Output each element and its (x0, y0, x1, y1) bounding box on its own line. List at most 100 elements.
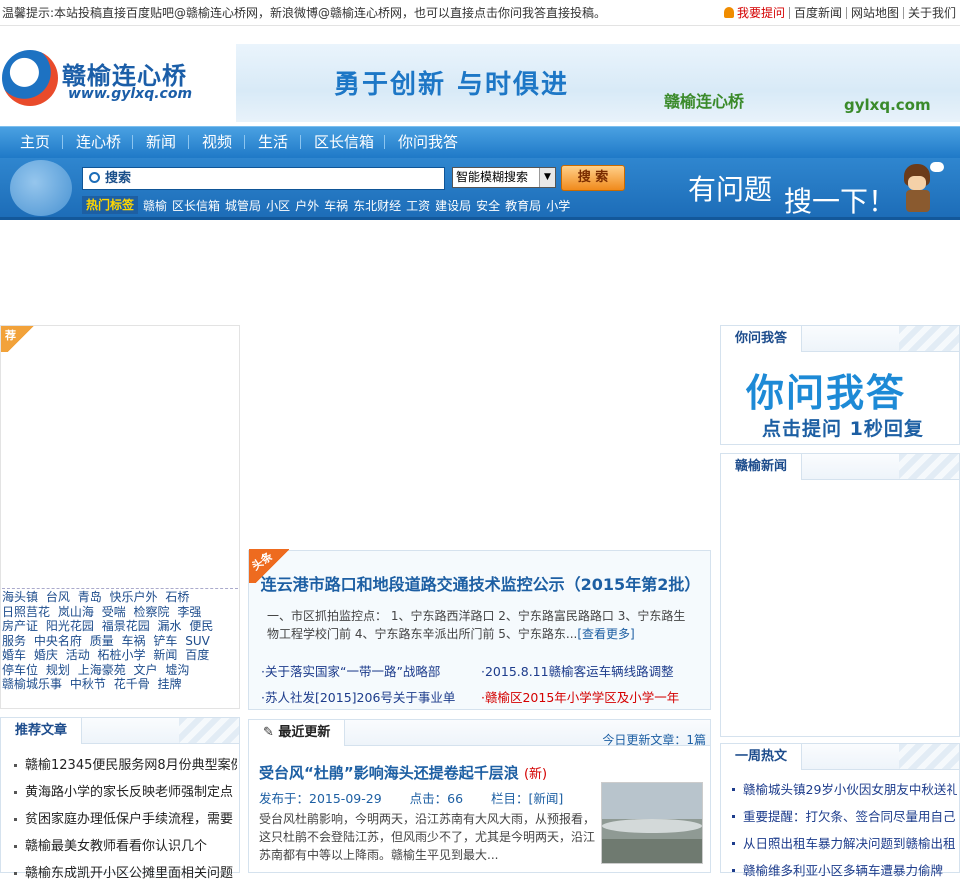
nav-divider (384, 135, 385, 149)
about-link[interactable]: 关于我们 (902, 7, 960, 19)
search-button[interactable]: 搜 索 (561, 165, 625, 191)
qa-banner[interactable]: 你问我答 点击提问 1秒回复 (722, 354, 958, 442)
logo-url[interactable]: www.gylxq.com (68, 86, 192, 102)
keyword-tag[interactable]: 文户 (134, 663, 158, 677)
keyword-tag[interactable]: 漏水 (158, 619, 182, 633)
ask-question-label: 我要提问 (736, 6, 785, 20)
keyword-tag[interactable]: 便民 (189, 619, 213, 633)
keyword-tag[interactable]: 柘桩小学 (98, 648, 146, 662)
headline-title[interactable]: 连云港市路口和地段道路交通技术监控公示（2015年第2批） (249, 571, 712, 595)
nav-qa[interactable]: 你问我答 (398, 127, 458, 157)
list-item[interactable]: 赣榆最美女教师看看你认识几个 (11, 833, 237, 860)
weekly-hot-list: 赣榆城头镇29岁小伙因女朋友中秋送礼 重要提醒：打欠条、签合同尽量用自己 从日照… (729, 776, 957, 884)
headline-link[interactable]: ·关于落实国家“一带一路”战略部 (261, 659, 440, 685)
keyword-tag[interactable]: 停车位 (2, 663, 38, 677)
article-column[interactable]: 栏目：[新闻] (491, 791, 563, 806)
hot-tag[interactable]: 教育局 (505, 197, 541, 214)
hot-tags: 热门标签 赣榆 区长信箱 城管局 小区 户外 车祸 东北财经 工资 建设局 安全… (82, 196, 570, 214)
list-item[interactable]: 赣榆东成凯开小区公摊里面相关问题 (11, 860, 237, 887)
nav-home[interactable]: 主页 (20, 127, 50, 157)
hot-tag[interactable]: 户外 (295, 197, 319, 214)
keyword-tag[interactable]: 服务 (2, 634, 26, 648)
baidu-news-link[interactable]: 百度新闻 (788, 7, 846, 19)
keyword-tag[interactable]: 婚庆 (34, 648, 58, 662)
headline-link[interactable]: ·2015.8.11赣榆客运车辆线路调整 (481, 659, 674, 685)
chevron-down-icon: ▼ (539, 168, 555, 187)
today-update-count: 今日更新文章：1篇 (602, 733, 706, 747)
header-banner: 勇于创新 与时俱进 赣榆连心桥 gylxq.com (236, 44, 960, 122)
nav-mayor-mailbox[interactable]: 区长信箱 (314, 127, 374, 157)
keyword-tag[interactable]: 检察院 (134, 605, 170, 619)
search-mode-select[interactable]: 智能模糊搜索 ▼ (452, 167, 556, 188)
keyword-tag[interactable]: SUV (185, 634, 210, 648)
keyword-tag[interactable]: 墟沟 (165, 663, 189, 677)
nav-news[interactable]: 新闻 (146, 127, 176, 157)
headline-link[interactable]: ·赣榆区2015年小学学区及小学一年 (481, 685, 679, 711)
keyword-tag[interactable]: 新闻 (153, 648, 177, 662)
keyword-tag[interactable]: 石桥 (165, 590, 189, 604)
keyword-tag[interactable]: 铲车 (153, 634, 177, 648)
keyword-tag[interactable]: 中央名府 (34, 634, 82, 648)
keyword-tag[interactable]: 百度 (185, 648, 209, 662)
hot-tag[interactable]: 小区 (266, 197, 290, 214)
keyword-tag[interactable]: 上海豪苑 (78, 663, 126, 677)
hot-tag[interactable]: 车祸 (324, 197, 348, 214)
main-nav: 主页 连心桥 新闻 视频 生活 区长信箱 你问我答 (0, 126, 960, 158)
keyword-tag[interactable]: 婚车 (2, 648, 26, 662)
hot-tag[interactable]: 东北财经 (353, 197, 401, 214)
keyword-tag[interactable]: 规划 (46, 663, 70, 677)
keyword-tag[interactable]: 房产证 (2, 619, 38, 633)
keyword-tag[interactable]: 李强 (177, 605, 201, 619)
hot-tag[interactable]: 区长信箱 (172, 197, 220, 214)
nav-divider (62, 135, 63, 149)
logo-icon[interactable] (2, 50, 58, 106)
keyword-tag[interactable]: 中秋节 (70, 677, 106, 691)
keyword-tag[interactable]: 质量 (90, 634, 114, 648)
article-title[interactable]: 受台风“杜鹃”影响海头还提卷起千层浪 (新) (259, 762, 547, 783)
keyword-tag[interactable]: 青岛 (78, 590, 102, 604)
qa-banner-title: 你问我答 (746, 371, 907, 415)
keyword-tag[interactable]: 受喘 (102, 605, 126, 619)
nav-video[interactable]: 视频 (202, 127, 232, 157)
nav-lianxinqiao[interactable]: 连心桥 (76, 127, 121, 157)
click-count: 点击：66 (409, 791, 464, 806)
qa-banner-subtitle: 点击提问 1秒回复 (762, 418, 924, 440)
list-item[interactable]: 赣榆城头镇29岁小伙因女朋友中秋送礼 (729, 776, 957, 803)
recent-header: ✎ 最近更新 今日更新文章：1篇 (249, 720, 710, 747)
ganyu-news-title: 赣榆新闻 (721, 454, 803, 480)
keyword-tag[interactable]: 台风 (46, 590, 70, 604)
hot-tag[interactable]: 安全 (476, 197, 500, 214)
keyword-tag[interactable]: 挂牌 (158, 677, 182, 691)
article-thumbnail[interactable] (601, 782, 703, 864)
keyword-tag[interactable]: 福景花园 (102, 619, 150, 633)
keyword-tag[interactable]: 快乐户外 (110, 590, 158, 604)
nav-life[interactable]: 生活 (258, 127, 288, 157)
hot-tag[interactable]: 城管局 (225, 197, 261, 214)
keyword-tag[interactable]: 花千骨 (114, 677, 150, 691)
keyword-tag[interactable]: 赣榆城乐事 (2, 677, 62, 691)
hot-tag[interactable]: 建设局 (435, 197, 471, 214)
headline-link[interactable]: ·苏人社发[2015]206号关于事业单 (261, 685, 455, 711)
keyword-tag[interactable]: 活动 (66, 648, 90, 662)
keyword-tag[interactable]: 阳光花园 (46, 619, 94, 633)
qa-panel: 你问我答 你问我答 点击提问 1秒回复 (720, 325, 960, 445)
article-summary: 受台风杜鹃影响，今明两天，沿江苏南有大风大雨，从预报看，这只杜鹃不会登陆江苏，但… (259, 812, 596, 862)
weekly-hot-panel: 一周热文 赣榆城头镇29岁小伙因女朋友中秋送礼 重要提醒：打欠条、签合同尽量用自… (720, 743, 960, 878)
list-item[interactable]: 重要提醒：打欠条、签合同尽量用自己 (729, 803, 957, 830)
list-item[interactable]: 贫困家庭办理低保户手续流程，需要 (11, 806, 237, 833)
keyword-tag[interactable]: 日照莒花 (2, 605, 50, 619)
keyword-tag[interactable]: 海头镇 (2, 590, 38, 604)
hot-tag[interactable]: 赣榆 (143, 197, 167, 214)
hot-tag[interactable]: 工资 (406, 197, 430, 214)
keyword-tag[interactable]: 车祸 (122, 634, 146, 648)
sitemap-link[interactable]: 网站地图 (845, 7, 903, 19)
ask-question-link[interactable]: 我要提问 (720, 7, 789, 19)
list-item[interactable]: 黄海路小学的家长反映老师强制定点 (11, 779, 237, 806)
keyword-tag[interactable]: 岚山海 (58, 605, 94, 619)
list-item[interactable]: 赣榆12345便民服务网8月份典型案例 (11, 752, 237, 779)
list-item[interactable]: 从日照出租车暴力解决问题到赣榆出租 (729, 830, 957, 857)
search-input[interactable]: 搜索 (82, 167, 445, 190)
hot-tag[interactable]: 小学 (546, 197, 570, 214)
read-more-link[interactable]: [查看更多] (577, 627, 634, 641)
list-item[interactable]: 赣榆维多利亚小区多辆车遭暴力偷牌 (729, 857, 957, 884)
